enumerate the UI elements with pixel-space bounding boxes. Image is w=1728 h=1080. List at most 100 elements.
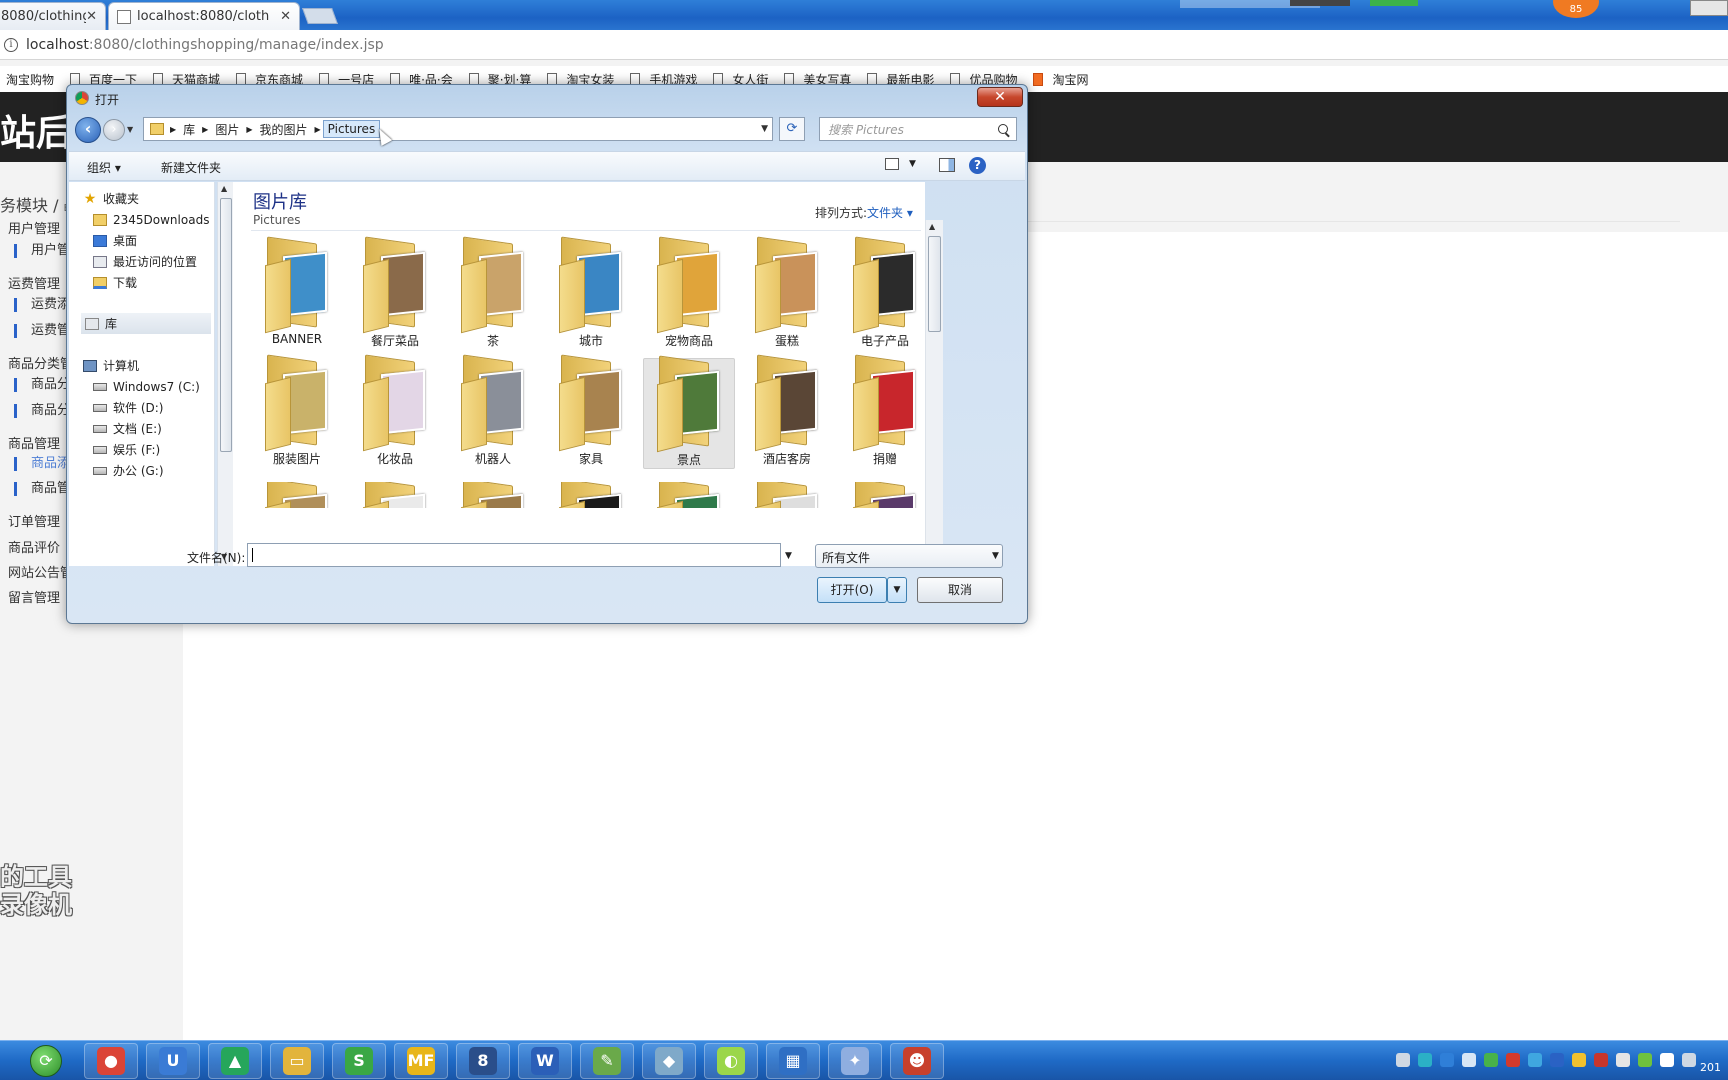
help-icon[interactable]: ? <box>969 157 986 174</box>
nav-scrollbar[interactable]: ▲ ▼ <box>217 182 233 566</box>
nav-libraries[interactable]: 库 <box>81 313 211 334</box>
tray-icon[interactable] <box>1462 1053 1476 1067</box>
taskbar-app-button[interactable]: ✎ <box>580 1043 634 1079</box>
sidebar-subitem[interactable]: 商品分 <box>14 404 70 418</box>
folder-item[interactable]: 捐赠 <box>839 354 931 467</box>
taskbar-app-button[interactable]: 8 <box>456 1043 510 1079</box>
search-input[interactable]: 搜索 Pictures <box>819 117 1017 141</box>
url-text[interactable]: localhost:8080/clothingshopping/manage/i… <box>26 37 384 53</box>
tray-icon[interactable] <box>1616 1053 1630 1067</box>
taskbar-app-button[interactable]: ● <box>84 1043 138 1079</box>
folder-item[interactable]: 城市 <box>545 236 637 349</box>
taskbar-app-button[interactable]: W <box>518 1043 572 1079</box>
path-bar[interactable]: ▶ 库 ▶ 图片 ▶ 我的图片 ▶ Pictures ▼ <box>143 117 773 141</box>
sidebar-item[interactable]: 订单管理 <box>8 511 60 530</box>
address-bar[interactable]: i localhost:8080/clothingshopping/manage… <box>0 30 1728 60</box>
sidebar-item[interactable]: 运费管理 <box>8 273 60 292</box>
folder-item[interactable]: 茶 <box>447 236 539 349</box>
back-button[interactable]: ‹ <box>75 117 101 143</box>
refresh-button[interactable]: ⟳ <box>779 117 805 141</box>
taskbar-app-button[interactable]: S <box>332 1043 386 1079</box>
folder-item[interactable]: 宠物商品 <box>643 236 735 349</box>
folder-item[interactable]: 餐厅菜品 <box>349 236 441 349</box>
sidebar-item[interactable]: 留言管理 <box>8 587 60 606</box>
taskbar-app-button[interactable]: ▭ <box>270 1043 324 1079</box>
open-options-button[interactable]: ▼ <box>887 577 907 603</box>
bookmark-item[interactable]: 淘宝网 <box>1033 71 1088 88</box>
scrollbar-thumb[interactable] <box>220 198 232 452</box>
sidebar-subitem[interactable]: 商品管 <box>14 482 70 496</box>
folder-item[interactable]: 服装图片 <box>251 354 343 467</box>
organize-button[interactable]: 组织 ▾ <box>87 159 121 176</box>
tray-icon[interactable] <box>1550 1053 1564 1067</box>
taskbar-app-button[interactable]: ✦ <box>828 1043 882 1079</box>
chevron-down-icon[interactable]: ▼ <box>992 551 999 561</box>
window-control-button[interactable] <box>1690 0 1728 16</box>
search-icon[interactable] <box>998 124 1008 134</box>
tray-icon[interactable] <box>1660 1053 1674 1067</box>
sidebar-item[interactable]: 用户管理 <box>8 218 60 237</box>
tray-icon[interactable] <box>1418 1053 1432 1067</box>
path-crumb-my-pictures[interactable]: 我的图片 <box>255 121 313 138</box>
chevron-right-icon[interactable]: ▶ <box>244 125 254 134</box>
tray-icon[interactable] <box>1682 1053 1696 1067</box>
filename-input[interactable] <box>247 543 781 567</box>
clock[interactable]: 201 <box>1700 1061 1721 1074</box>
tray-icon[interactable] <box>1638 1053 1652 1067</box>
taskbar-app-button[interactable]: ◐ <box>704 1043 758 1079</box>
sidebar-item[interactable]: 商品评价 <box>8 537 60 556</box>
tray-icon[interactable] <box>1396 1053 1410 1067</box>
folder-item[interactable]: 机器人 <box>447 354 539 467</box>
tray-icon[interactable] <box>1594 1053 1608 1067</box>
sidebar-subitem[interactable]: 商品添 <box>14 457 70 471</box>
folder-item[interactable] <box>545 482 637 508</box>
sidebar-subitem[interactable]: 运费添 <box>14 298 70 312</box>
folder-item[interactable]: 酒店客房 <box>741 354 833 467</box>
sidebar-subitem[interactable]: 商品分 <box>14 378 70 392</box>
chevron-up-icon[interactable]: ▲ <box>221 184 227 193</box>
folder-item[interactable]: BANNER <box>251 236 343 346</box>
folder-item[interactable]: 家具 <box>545 354 637 467</box>
chevron-down-icon[interactable]: ▼ <box>761 124 768 134</box>
chevron-down-icon[interactable]: ▼ <box>127 125 133 134</box>
browser-tab-1[interactable]: 8080/clothing ✕ <box>0 2 106 30</box>
sidebar-item[interactable]: 商品管理 <box>8 433 60 452</box>
info-icon[interactable]: i <box>4 37 18 52</box>
close-button[interactable]: ✕ <box>977 87 1023 107</box>
sidebar-item[interactable]: 网站公告管 <box>8 562 73 581</box>
taskbar-app-button[interactable]: ▲ <box>208 1043 262 1079</box>
close-icon[interactable]: ✕ <box>280 9 291 24</box>
view-icon[interactable] <box>885 158 899 170</box>
folder-item[interactable] <box>643 482 735 508</box>
tray-icon[interactable] <box>1572 1053 1586 1067</box>
close-icon[interactable]: ✕ <box>86 9 97 24</box>
chevron-right-icon[interactable]: ▶ <box>200 125 210 134</box>
chevron-down-icon[interactable]: ▼ <box>785 551 792 561</box>
chevron-down-icon[interactable]: ▼ <box>909 159 916 169</box>
nav-favorites[interactable]: ★ 收藏夹 <box>83 188 229 209</box>
path-crumb-pictures[interactable]: 图片 <box>210 121 244 138</box>
folder-item[interactable] <box>741 482 833 508</box>
file-type-select[interactable]: 所有文件 ▼ <box>815 544 1003 568</box>
browser-tab-2[interactable]: localhost:8080/clothing ✕ <box>108 2 300 30</box>
taskbar-app-button[interactable]: ▦ <box>766 1043 820 1079</box>
taskbar-app-button[interactable]: U <box>146 1043 200 1079</box>
taskbar-app-button[interactable]: ☻ <box>890 1043 944 1079</box>
sidebar-item[interactable]: 商品分类管 <box>8 353 73 372</box>
sidebar-subitem[interactable]: 用户管 <box>14 244 70 258</box>
chevron-right-icon[interactable]: ▶ <box>168 125 178 134</box>
tray-icon[interactable] <box>1506 1053 1520 1067</box>
tray-icon[interactable] <box>1528 1053 1542 1067</box>
tray-icon[interactable] <box>1440 1053 1454 1067</box>
open-button[interactable]: 打开(O) <box>817 577 887 603</box>
folder-item[interactable] <box>839 482 931 508</box>
chevron-up-icon[interactable]: ▲ <box>929 222 935 231</box>
preview-pane-icon[interactable] <box>939 158 955 172</box>
start-button[interactable]: ⟳ <box>30 1045 62 1077</box>
bookmark-item[interactable]: 淘宝购物 <box>6 71 54 88</box>
forward-button[interactable]: › <box>103 119 125 141</box>
path-crumb-library[interactable]: 库 <box>178 121 200 138</box>
folder-item[interactable] <box>349 482 441 508</box>
taskbar-app-button[interactable]: ◆ <box>642 1043 696 1079</box>
taskbar-app-button[interactable]: MF <box>394 1043 448 1079</box>
